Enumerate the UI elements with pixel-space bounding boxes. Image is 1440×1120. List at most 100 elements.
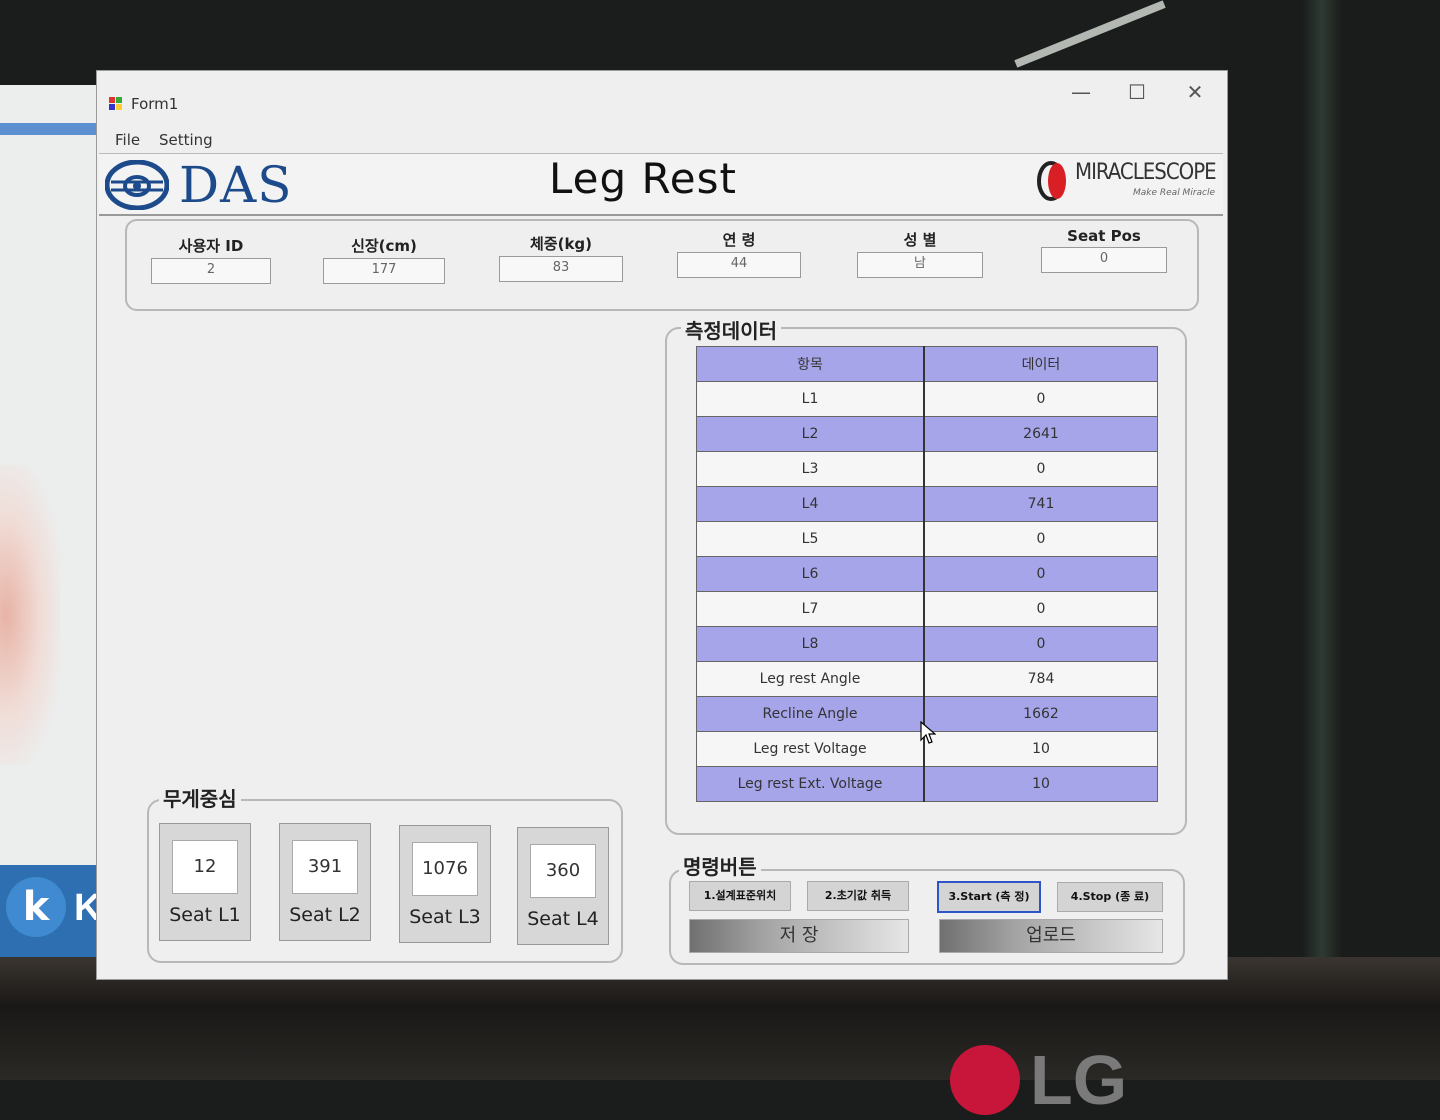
seat-l2-value: 391 — [292, 840, 358, 894]
menu-bar: File Setting — [97, 127, 1227, 153]
command-button-title: 명령버튼 — [679, 851, 761, 880]
page-title: Leg Rest — [549, 154, 737, 203]
minimize-button[interactable]: — — [1061, 77, 1101, 107]
weight-input[interactable]: 83 — [499, 256, 623, 282]
screen-glare — [1014, 0, 1166, 68]
row-item: L5 — [696, 521, 925, 557]
table-row[interactable]: L7 0 — [696, 591, 1158, 627]
table-row[interactable]: L4 741 — [696, 486, 1158, 522]
height-field: 신장(cm) 177 — [323, 235, 445, 284]
measurement-data-title: 측정데이터 — [681, 315, 781, 344]
row-data: 741 — [923, 486, 1158, 522]
age-label: 연 령 — [722, 231, 756, 249]
user-info-group: 사용자 ID 2 신장(cm) 177 체중(kg) 83 연 령 44 성 별… — [125, 219, 1199, 311]
close-button[interactable]: ✕ — [1175, 77, 1215, 107]
initial-value-button[interactable]: 2.초기값 취득 — [807, 881, 909, 911]
row-item: L2 — [696, 416, 925, 452]
start-measure-button[interactable]: 3.Start (측 정) — [937, 881, 1041, 913]
row-data: 10 — [923, 731, 1158, 767]
table-row[interactable]: L3 0 — [696, 451, 1158, 487]
row-item: L1 — [696, 381, 925, 417]
stop-button[interactable]: 4.Stop (종 료) — [1057, 882, 1163, 912]
row-data: 0 — [923, 381, 1158, 417]
miraclescope-logo-text: MIRACLESCOPE — [1075, 160, 1217, 185]
age-field: 연 령 44 — [677, 229, 801, 278]
row-item: L3 — [696, 451, 925, 487]
row-item: L8 — [696, 626, 925, 662]
row-item: L7 — [696, 591, 925, 627]
table-row[interactable]: Leg rest Angle 784 — [696, 661, 1158, 697]
row-data: 0 — [923, 521, 1158, 557]
row-item: L6 — [696, 556, 925, 592]
user-id-label: 사용자 ID — [178, 237, 244, 255]
table-row[interactable]: L1 0 — [696, 381, 1158, 417]
seat-l3-label: Seat L3 — [409, 906, 481, 928]
seat-l4-box: 360 Seat L4 — [517, 827, 609, 945]
col-data-header: 데이터 — [923, 346, 1158, 382]
gender-input[interactable]: 남 — [857, 252, 983, 278]
table-row[interactable]: Leg rest Ext. Voltage 10 — [696, 766, 1158, 802]
seat-l4-label: Seat L4 — [527, 908, 599, 930]
seat-pos-input[interactable]: 0 — [1041, 247, 1167, 273]
seat-l3-value: 1076 — [412, 842, 478, 896]
menu-setting[interactable]: Setting — [159, 131, 213, 149]
design-standard-position-button[interactable]: 1.설계표준위치 — [689, 881, 791, 911]
desktop-blur — [0, 465, 60, 765]
user-id-field: 사용자 ID 2 — [151, 235, 271, 284]
form-app-icon — [109, 97, 123, 111]
height-input[interactable]: 177 — [323, 258, 445, 284]
age-input[interactable]: 44 — [677, 252, 801, 278]
das-emblem-icon — [105, 160, 169, 210]
table-row[interactable]: L5 0 — [696, 521, 1158, 557]
row-item: Leg rest Angle — [696, 661, 925, 697]
seat-l2-label: Seat L2 — [289, 904, 361, 926]
miraclescope-emblem-icon — [1037, 161, 1066, 201]
app-header: DAS Leg Rest MIRACLESCOPE Make Real Mira… — [99, 153, 1223, 216]
col-item-header: 항목 — [696, 346, 925, 382]
seat-pos-label: Seat Pos — [1067, 227, 1141, 245]
row-data: 0 — [923, 451, 1158, 487]
table-header-row: 항목 데이터 — [696, 346, 1158, 382]
row-item: L4 — [696, 486, 925, 522]
title-bar[interactable]: Form1 — ☐ ✕ — [97, 71, 1227, 117]
row-item: Leg rest Voltage — [696, 731, 925, 767]
table-row[interactable]: L8 0 — [696, 626, 1158, 662]
graph-area — [125, 316, 665, 786]
seat-l4-value: 360 — [530, 844, 596, 898]
height-label: 신장(cm) — [351, 237, 417, 255]
weight-field: 체중(kg) 83 — [499, 233, 623, 282]
row-item: Leg rest Ext. Voltage — [696, 766, 925, 802]
row-data: 0 — [923, 556, 1158, 592]
row-data: 784 — [923, 661, 1158, 697]
miraclescope-tagline: Make Real Miracle — [1133, 188, 1216, 198]
save-button[interactable]: 저 장 — [689, 919, 909, 953]
center-of-gravity-title: 무게중심 — [159, 783, 241, 812]
row-item: Recline Angle — [696, 696, 925, 732]
user-id-input[interactable]: 2 — [151, 258, 271, 284]
row-data: 1662 — [923, 696, 1158, 732]
seat-pos-field: Seat Pos 0 — [1041, 227, 1167, 273]
menu-file[interactable]: File — [115, 131, 140, 149]
gender-field: 성 별 남 — [857, 229, 983, 278]
table-row[interactable]: L6 0 — [696, 556, 1158, 592]
table-row[interactable]: L2 2641 — [696, 416, 1158, 452]
upload-button[interactable]: 업로드 — [939, 919, 1163, 953]
lg-logo-icon — [950, 1045, 1020, 1115]
weight-label: 체중(kg) — [529, 235, 593, 253]
lg-brand-text: LG — [1030, 1041, 1128, 1119]
desktop-window-edge — [0, 123, 100, 135]
das-logo-text: DAS — [179, 156, 293, 214]
row-data: 0 — [923, 626, 1158, 662]
gender-label: 성 별 — [903, 231, 937, 249]
app-window: Form1 — ☐ ✕ File Setting DAS Leg Rest MI… — [96, 70, 1228, 980]
row-data: 0 — [923, 591, 1158, 627]
mouse-cursor-icon — [920, 721, 936, 744]
seat-l1-box: 12 Seat L1 — [159, 823, 251, 941]
row-data: 10 — [923, 766, 1158, 802]
seat-l2-box: 391 Seat L2 — [279, 823, 371, 941]
maximize-button[interactable]: ☐ — [1117, 77, 1157, 107]
monitor-bezel — [1222, 0, 1440, 1080]
window-title: Form1 — [131, 95, 179, 113]
kit-logo-icon: k — [6, 877, 66, 937]
seat-l3-box: 1076 Seat L3 — [399, 825, 491, 943]
